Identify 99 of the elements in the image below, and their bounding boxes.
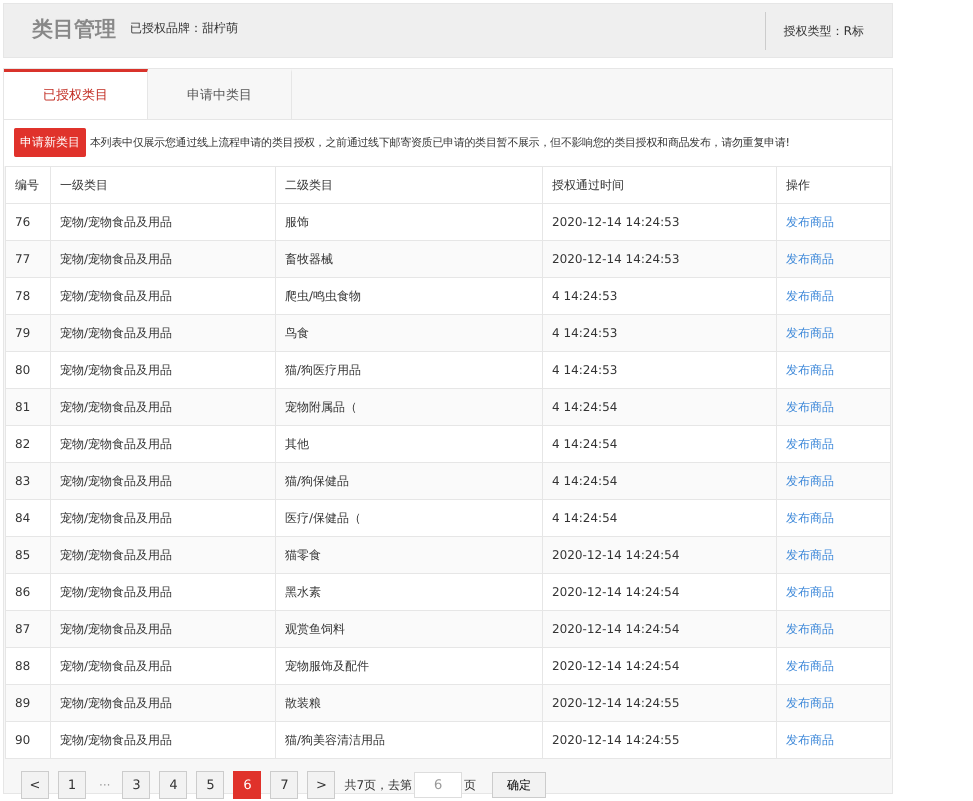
column-header: 授权通过时间 bbox=[542, 166, 776, 204]
table-cell: 2020-12-14 14:24:55 bbox=[542, 722, 776, 758]
table-cell: 88 bbox=[6, 648, 50, 684]
page-title: 类目管理 bbox=[32, 16, 116, 43]
page-button[interactable]: 4 bbox=[159, 771, 188, 799]
table-cell: 猫/狗保健品 bbox=[276, 462, 542, 500]
page-input[interactable]: 6 bbox=[414, 772, 462, 798]
table-cell: 鸟食 bbox=[276, 314, 542, 352]
table-cell: 4 14:24:54 bbox=[542, 500, 776, 536]
notice-text: 本列表中仅展示您通过线上流程申请的类目授权，之前通过线下邮寄资质已申请的类目暂不展示，但不影响您的类目授权和商品发布，请勿重复申请! bbox=[90, 135, 790, 150]
column-header: 操作 bbox=[776, 166, 890, 204]
confirm-button[interactable]: 确定 bbox=[492, 772, 546, 798]
publish-link[interactable]: 发布商品 bbox=[786, 400, 834, 414]
table-cell: 79 bbox=[6, 314, 50, 352]
table-cell: 83 bbox=[6, 462, 50, 500]
column-header: 二级类目 bbox=[276, 166, 542, 204]
publish-link[interactable]: 发布商品 bbox=[786, 548, 834, 562]
table-cell: 2020-12-14 14:24:55 bbox=[542, 684, 776, 722]
publish-link[interactable]: 发布商品 bbox=[786, 622, 834, 636]
table-cell: 85 bbox=[6, 536, 50, 574]
table-cell: 86 bbox=[6, 574, 50, 610]
publish-link[interactable]: 发布商品 bbox=[786, 326, 834, 340]
table-cell: 4 14:24:53 bbox=[542, 278, 776, 314]
table-cell: 宠物/宠物食品及用品 bbox=[50, 352, 276, 388]
table-cell: 宠物/宠物食品及用品 bbox=[50, 278, 276, 314]
table-cell: 80 bbox=[6, 352, 50, 388]
table-cell: 90 bbox=[6, 722, 50, 758]
table-cell: 4 14:24:54 bbox=[542, 426, 776, 462]
publish-link[interactable]: 发布商品 bbox=[786, 362, 834, 376]
table-cell: 76 bbox=[6, 204, 50, 240]
prev-page-button[interactable]: < bbox=[21, 771, 49, 799]
publish-link[interactable]: 发布商品 bbox=[786, 732, 834, 746]
table-cell: 其他 bbox=[276, 426, 542, 462]
table-cell: 观赏鱼饲料 bbox=[276, 610, 542, 648]
table-cell: 宠物/宠物食品及用品 bbox=[50, 648, 276, 684]
table-cell: 89 bbox=[6, 684, 50, 722]
table-cell: 宠物/宠物食品及用品 bbox=[50, 462, 276, 500]
table-cell: 畜牧器械 bbox=[276, 240, 542, 278]
table-cell: 81 bbox=[6, 388, 50, 426]
table-cell: 散装粮 bbox=[276, 684, 542, 722]
table-cell: 宠物/宠物食品及用品 bbox=[50, 610, 276, 648]
table-cell: 82 bbox=[6, 426, 50, 462]
publish-link[interactable]: 发布商品 bbox=[786, 510, 834, 524]
next-page-button[interactable]: > bbox=[307, 771, 336, 799]
page-button[interactable]: 5 bbox=[196, 771, 224, 799]
publish-link[interactable]: 发布商品 bbox=[786, 658, 834, 672]
tab[interactable]: 已授权类目 bbox=[4, 69, 148, 119]
page-button[interactable]: 6 bbox=[233, 771, 262, 799]
page-suffix: 页 bbox=[464, 776, 476, 794]
table-cell: 猫零食 bbox=[276, 536, 542, 574]
page-button[interactable]: 7 bbox=[270, 771, 298, 799]
column-header: 编号 bbox=[6, 166, 50, 204]
table-cell: 84 bbox=[6, 500, 50, 536]
page-button[interactable]: 1 bbox=[58, 771, 86, 799]
table-cell: 猫/狗美容清洁用品 bbox=[276, 722, 542, 758]
table-cell: 87 bbox=[6, 610, 50, 648]
table-cell: 宠物附属品（ bbox=[276, 388, 542, 426]
table-cell: 宠物服饰及配件 bbox=[276, 648, 542, 684]
apply-button[interactable]: 申请新类目 bbox=[14, 128, 86, 157]
publish-link[interactable]: 发布商品 bbox=[786, 252, 834, 266]
publish-link[interactable]: 发布商品 bbox=[786, 436, 834, 450]
table-cell: 服饰 bbox=[276, 204, 542, 240]
table-cell: 猫/狗医疗用品 bbox=[276, 352, 542, 388]
auth-type-label: 授权类型：R标 bbox=[764, 12, 892, 50]
table-cell: 77 bbox=[6, 240, 50, 278]
table-cell: 宠物/宠物食品及用品 bbox=[50, 314, 276, 352]
table-cell: 4 14:24:54 bbox=[542, 462, 776, 500]
table-cell: 宠物/宠物食品及用品 bbox=[50, 684, 276, 722]
column-header: 一级类目 bbox=[50, 166, 276, 204]
table-cell: 宠物/宠物食品及用品 bbox=[50, 240, 276, 278]
table-cell: 2020-12-14 14:24:54 bbox=[542, 536, 776, 574]
table-cell: 爬虫/鸣虫食物 bbox=[276, 278, 542, 314]
publish-link[interactable]: 发布商品 bbox=[786, 288, 834, 302]
page-button[interactable]: 3 bbox=[122, 771, 150, 799]
table-cell: 宠物/宠物食品及用品 bbox=[50, 536, 276, 574]
publish-link[interactable]: 发布商品 bbox=[786, 474, 834, 488]
table-cell: 宠物/宠物食品及用品 bbox=[50, 722, 276, 758]
table-cell: 2020-12-14 14:24:53 bbox=[542, 240, 776, 278]
table-cell: 78 bbox=[6, 278, 50, 314]
publish-link[interactable]: 发布商品 bbox=[786, 584, 834, 598]
table-cell: 4 14:24:53 bbox=[542, 352, 776, 388]
table-cell: 4 14:24:53 bbox=[542, 314, 776, 352]
ellipsis: ··· bbox=[99, 778, 110, 792]
table-cell: 宠物/宠物食品及用品 bbox=[50, 388, 276, 426]
table-cell: 2020-12-14 14:24:54 bbox=[542, 610, 776, 648]
publish-link[interactable]: 发布商品 bbox=[786, 696, 834, 710]
table-cell: 2020-12-14 14:24:54 bbox=[542, 648, 776, 684]
table-cell: 宠物/宠物食品及用品 bbox=[50, 426, 276, 462]
table-cell: 2020-12-14 14:24:54 bbox=[542, 574, 776, 610]
table-cell: 宠物/宠物食品及用品 bbox=[50, 574, 276, 610]
brand-label: 已授权品牌：甜柠萌 bbox=[130, 20, 238, 37]
table-cell: 宠物/宠物食品及用品 bbox=[50, 500, 276, 536]
publish-link[interactable]: 发布商品 bbox=[786, 214, 834, 228]
table-cell: 医疗/保健品（ bbox=[276, 500, 542, 536]
table-cell: 4 14:24:54 bbox=[542, 388, 776, 426]
total-pages-label: 共7页，去第 bbox=[344, 776, 412, 794]
table-cell: 黑水素 bbox=[276, 574, 542, 610]
table-cell: 2020-12-14 14:24:53 bbox=[542, 204, 776, 240]
table-cell: 宠物/宠物食品及用品 bbox=[50, 204, 276, 240]
